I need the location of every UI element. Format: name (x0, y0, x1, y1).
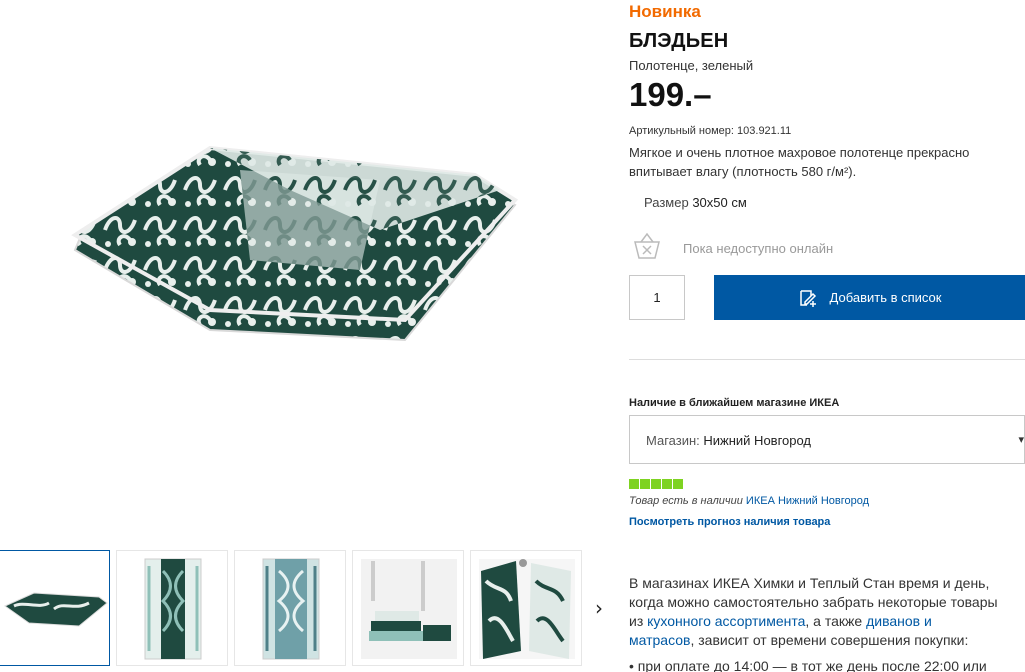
divider (629, 359, 1025, 360)
stock-level-segment (629, 479, 639, 489)
long-desc-line: впитывает влагу (плотность 580 г/м²). (629, 164, 857, 179)
product-short-desc: Полотенце, зеленый (629, 58, 754, 73)
unavailable-online-text: Пока недоступно онлайн (683, 241, 834, 256)
chevron-right-icon[interactable]: › (595, 596, 611, 620)
store-select[interactable]: Магазин: Нижний Новгород ▾ (629, 415, 1025, 464)
product-main-image[interactable] (60, 130, 530, 360)
thumbnail-towels-stack-bathroom[interactable] (352, 550, 464, 666)
product-name: БЛЭДЬЕН (629, 30, 729, 52)
availability-heading: Наличие в ближайшем магазине ИКЕА (629, 397, 840, 409)
add-to-list-button[interactable]: Добавить в список (714, 275, 1025, 320)
product-long-desc: Мягкое и очень плотное махровое полотенц… (629, 143, 1025, 181)
availability-forecast-link[interactable]: Посмотреть прогноз наличия товара (629, 516, 830, 528)
quantity-input[interactable]: 1 (629, 275, 685, 320)
stock-status-text: Товар есть в наличии (629, 495, 743, 507)
delivery-line: В магазинах ИКЕА Химки и Теплый Стан вре… (629, 575, 990, 591)
delivery-line: когда можно самостоятельно забрать некот… (629, 594, 998, 610)
size-info: Размер 30x50 см (644, 195, 747, 210)
delivery-line: из кухонного ассортимента, а также диван… (629, 612, 1025, 631)
store-label: Магазин: (646, 433, 700, 448)
stock-level-bar (629, 479, 683, 489)
thumbnail-towel-pattern-blue[interactable] (234, 550, 346, 666)
thumbnail-folded-towel[interactable] (0, 550, 110, 666)
article-value: 103.921.11 (737, 125, 792, 137)
size-label: Размер (644, 195, 689, 210)
store-value: Нижний Новгород (703, 433, 812, 448)
add-to-list-icon (799, 289, 816, 307)
delivery-text: из (629, 613, 648, 629)
article-number: Артикульный номер: 103.921.11 (629, 125, 791, 137)
new-badge: Новинка (629, 2, 701, 21)
store-select-text: Магазин: Нижний Новгород (646, 433, 811, 448)
article-label: Артикульный номер: (629, 125, 734, 137)
chevron-down-icon: ▾ (1018, 433, 1024, 446)
stock-level-segment (662, 479, 672, 489)
delivery-bullet: • при оплате до 14:00 — в тот же день по… (629, 658, 987, 672)
thumbnail-towel-pattern-green[interactable] (116, 550, 228, 666)
kitchen-assortment-link[interactable]: кухонного ассортимента (647, 613, 805, 629)
sofas-link[interactable]: диванов и (866, 613, 932, 629)
delivery-line: матрасов, зависит от времени совершения … (629, 631, 1025, 650)
long-desc-line: Мягкое и очень плотное махровое полотенц… (629, 145, 970, 160)
mattresses-link[interactable]: матрасов (629, 632, 690, 648)
delivery-info: В магазинах ИКЕА Химки и Теплый Стан вре… (629, 574, 1025, 650)
product-price: 199.– (629, 76, 712, 113)
stock-level-segment (673, 479, 683, 489)
size-value: 30x50 см (692, 195, 747, 210)
thumbnail-towels-hanging[interactable] (470, 550, 582, 666)
delivery-text: , зависит от времени совершения покупки: (690, 632, 969, 648)
delivery-text: , а также (805, 613, 867, 629)
thumbnail-strip (0, 550, 620, 666)
stock-level-segment (640, 479, 650, 489)
stock-level-segment (651, 479, 661, 489)
add-to-list-label: Добавить в список (829, 290, 942, 305)
store-link[interactable]: ИКЕА Нижний Новгород (746, 495, 869, 507)
stock-status: Товар есть в наличии ИКЕА Нижний Новгоро… (629, 495, 869, 507)
unavailable-cart-icon (632, 232, 662, 260)
